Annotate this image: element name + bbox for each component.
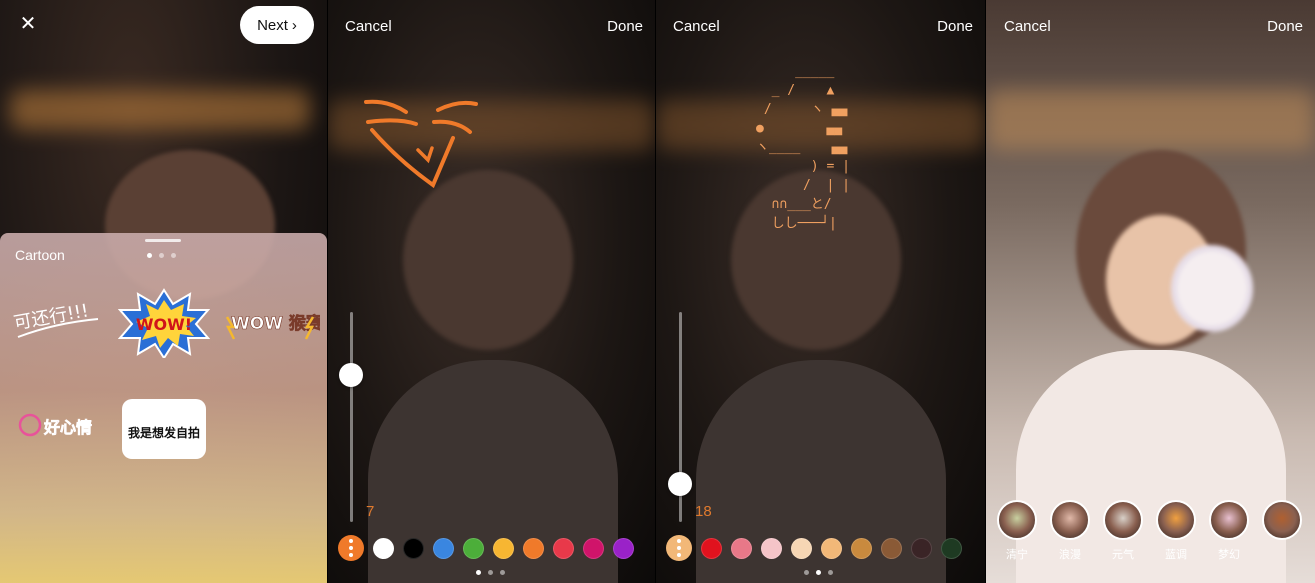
color-swatch[interactable]: [731, 537, 752, 559]
sheet-handle[interactable]: [145, 239, 181, 242]
filter-thumbnail[interactable]: [1103, 500, 1143, 540]
page-dot: [828, 570, 833, 575]
ascii-line: _ / ▲: [756, 83, 835, 98]
filter-strip: 清宁 浪漫 元气 蓝调 梦幻: [994, 500, 1312, 562]
page-dot: [816, 570, 821, 575]
filter-item[interactable]: 浪漫: [1047, 500, 1093, 562]
brush-drawing: [364, 99, 478, 189]
sheet-page-indicator: [147, 253, 176, 258]
sticker-text: WOW 猴赛雷: [231, 313, 320, 334]
color-swatch[interactable]: [553, 537, 574, 559]
color-swatch[interactable]: [613, 537, 634, 559]
sticker-text: 好心情: [43, 418, 92, 437]
brush-size-handle[interactable]: [339, 363, 363, 387]
page-dot: [171, 253, 176, 258]
next-button[interactable]: Next ›: [240, 6, 314, 44]
color-swatch[interactable]: [523, 537, 544, 559]
color-swatch[interactable]: [911, 537, 932, 559]
color-swatch[interactable]: [463, 537, 484, 559]
ascii-line: ヽ____ ▄▄: [756, 140, 848, 155]
ascii-line: / ヽ ▄▄: [756, 102, 848, 117]
color-swatch[interactable]: [701, 537, 722, 559]
page-dot: [147, 253, 152, 258]
filter-thumbnail[interactable]: [997, 500, 1037, 540]
color-swatch[interactable]: [433, 537, 454, 559]
close-icon[interactable]: ✕: [18, 14, 38, 34]
color-picker-icon[interactable]: [338, 535, 364, 561]
color-swatch[interactable]: [403, 537, 424, 559]
ascii-art-text[interactable]: _____ _ / ▲ / ヽ ▄▄ ● ▄▄ ヽ____ ▄▄ ) = | / |…: [756, 62, 850, 233]
text-size-handle[interactable]: [668, 472, 692, 497]
done-button[interactable]: Done: [937, 18, 973, 35]
ascii-line: しし───┘|: [756, 216, 837, 231]
color-picker-icon[interactable]: [666, 535, 692, 561]
color-swatch[interactable]: [493, 537, 514, 559]
sticker-woshixiangfazipai[interactable]: 我是想发自拍: [118, 393, 210, 463]
filter-label: 梦幻: [1218, 549, 1240, 561]
done-button[interactable]: Done: [607, 18, 643, 35]
background-light: [10, 90, 310, 130]
background-light: [986, 90, 1315, 150]
draw-panel: Cancel Done 7: [328, 0, 655, 583]
filter-label: 浪漫: [1059, 549, 1081, 561]
sticker-wow[interactable]: WOW!: [118, 288, 210, 358]
page-dot: [159, 253, 164, 258]
color-palette: [666, 535, 971, 561]
filter-thumbnail[interactable]: [1050, 500, 1090, 540]
filter-thumbnail[interactable]: [1156, 500, 1196, 540]
sticker-text: WOW!: [136, 315, 192, 334]
filter-item[interactable]: 元气: [1100, 500, 1146, 562]
sticker-houseilei[interactable]: WOW 猴赛雷: [225, 295, 320, 350]
filter-thumbnail[interactable]: [1262, 500, 1302, 540]
filter-panel: Cancel Done 清宁 浪漫 元气 蓝调 梦幻: [986, 0, 1315, 583]
color-swatch[interactable]: [583, 537, 604, 559]
ascii-line: ) = |: [756, 159, 850, 174]
color-swatch[interactable]: [791, 537, 812, 559]
ascii-line: / | |: [756, 178, 850, 193]
sticker-panel: ✕ Next › Cartoon 可还行!!! WOW! WOW 猴赛 好心情 …: [0, 0, 327, 583]
text-panel: Cancel Done _____ _ / ▲ / ヽ ▄▄ ● ▄▄ ヽ____ …: [656, 0, 985, 583]
done-button[interactable]: Done: [1267, 18, 1303, 35]
filter-label: 元气: [1112, 549, 1134, 561]
filter-item[interactable]: 清宁: [994, 500, 1040, 562]
next-label: Next: [257, 16, 288, 34]
sheet-title: Cartoon: [15, 247, 65, 263]
paper-roll: [1171, 245, 1253, 332]
filter-label: 清宁: [1006, 549, 1028, 561]
filter-item[interactable]: 蓝调: [1153, 500, 1199, 562]
color-swatch[interactable]: [881, 537, 902, 559]
sticker-text: 我是想发自拍: [128, 425, 200, 440]
chevron-right-icon: ›: [291, 16, 297, 34]
filter-item[interactable]: [1259, 500, 1305, 562]
ascii-line: ● ▄▄: [756, 121, 843, 136]
filter-label: 蓝调: [1165, 549, 1187, 561]
brush-size-slider[interactable]: [350, 312, 353, 522]
sticker-kehaixing[interactable]: 可还行!!!: [10, 293, 105, 343]
color-swatch[interactable]: [941, 537, 962, 559]
page-dot: [476, 570, 481, 575]
sticker-sheet: Cartoon 可还行!!! WOW! WOW 猴赛雷: [0, 233, 327, 583]
ascii-line: _____: [756, 64, 835, 79]
color-palette: [338, 535, 643, 561]
color-swatch[interactable]: [851, 537, 872, 559]
ascii-line: ∩∩___と/: [756, 197, 832, 212]
sticker-haoxinqing[interactable]: 好心情: [12, 403, 107, 448]
filter-item[interactable]: 梦幻: [1206, 500, 1252, 562]
palette-page-indicator: [476, 570, 505, 575]
page-dot: [488, 570, 493, 575]
filter-thumbnail[interactable]: [1209, 500, 1249, 540]
color-swatch[interactable]: [373, 537, 394, 559]
color-swatch[interactable]: [821, 537, 842, 559]
page-dot: [500, 570, 505, 575]
color-swatch[interactable]: [761, 537, 782, 559]
cancel-button[interactable]: Cancel: [673, 18, 720, 35]
page-dot: [804, 570, 809, 575]
brush-size-value: 7: [366, 503, 375, 520]
text-size-value: 18: [695, 503, 712, 520]
palette-page-indicator: [804, 570, 833, 575]
cancel-button[interactable]: Cancel: [1004, 18, 1051, 35]
sticker-text: 可还行!!!: [12, 300, 90, 334]
cancel-button[interactable]: Cancel: [345, 18, 392, 35]
